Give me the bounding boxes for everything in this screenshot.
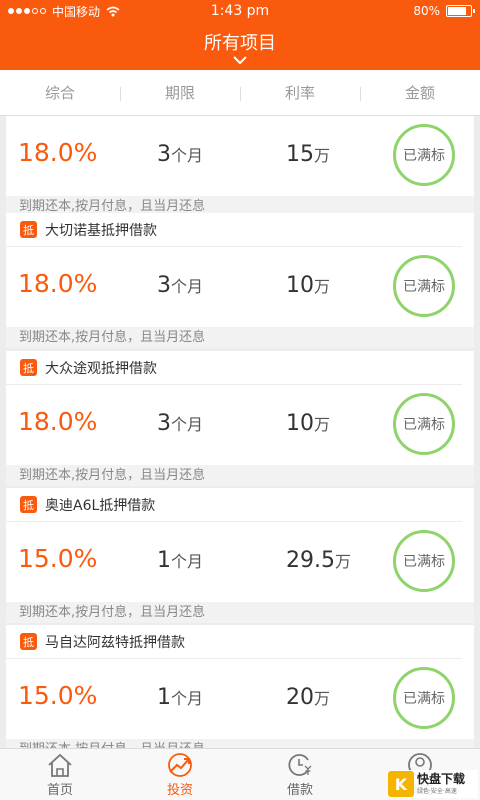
project-card[interactable]: 抵 大切诺基抵押借款 18.0% 3个月 10万 已满标 到期还本,按月付息，且…: [6, 213, 474, 348]
interest-rate: 18.0%: [18, 269, 98, 298]
watermark-mark: K: [388, 771, 414, 797]
tab-term[interactable]: 期限: [120, 70, 240, 115]
project-card[interactable]: 抵 大众途观抵押借款 18.0% 3个月 10万 已满标 到期还本,按月付息，且…: [6, 351, 474, 486]
repayment-note: 到期还本,按月付息，且当月还息: [6, 327, 474, 348]
project-card[interactable]: 抵 马自达阿兹特抵押借款 15.0% 1个月 20万 已满标 到期还本,按月付息…: [6, 625, 474, 748]
tab-home[interactable]: 首页: [0, 749, 120, 800]
tab-loan-label: 借款: [286, 782, 313, 798]
battery-icon: [446, 5, 475, 17]
mortgage-badge: 抵: [20, 633, 37, 650]
wifi-icon: [106, 6, 120, 16]
loan-amount: 29.5万: [286, 548, 351, 573]
tab-loan[interactable]: 借款: [240, 749, 360, 800]
tab-comprehensive[interactable]: 综合: [0, 70, 120, 115]
card-title: 马自达阿兹特抵押借款: [45, 634, 185, 651]
chevron-down-icon: [233, 55, 247, 64]
tab-invest[interactable]: 投资: [120, 749, 240, 800]
mortgage-badge: 抵: [20, 496, 37, 513]
repayment-note: 到期还本,按月付息，且当月还息: [6, 465, 474, 486]
home-icon: [48, 753, 72, 777]
card-title: 大众途观抵押借款: [45, 360, 157, 377]
card-title: 奥迪A6L抵押借款: [45, 497, 156, 514]
fully-funded-stamp: 已满标: [393, 530, 455, 592]
loan-amount: 10万: [286, 273, 331, 298]
card-header: 抵 奥迪A6L抵押借款: [6, 488, 462, 522]
loan-term: 1个月: [157, 685, 204, 710]
repayment-note: 到期还本,按月付息，且当月还息: [6, 602, 474, 623]
project-card[interactable]: 18.0% 3个月 15万 已满标 到期还本,按月付息，且当月还息: [6, 116, 474, 217]
loan-term: 3个月: [157, 142, 204, 167]
carrier-label: 中国移动: [52, 4, 101, 19]
tab-invest-label: 投资: [166, 782, 193, 798]
repayment-note: 到期还本,按月付息，且当月还息: [6, 739, 474, 748]
mortgage-badge: 抵: [20, 359, 37, 376]
signal-icon: [8, 8, 46, 14]
project-list[interactable]: 18.0% 3个月 15万 已满标 到期还本,按月付息，且当月还息 抵 大切诺基…: [0, 116, 480, 748]
interest-rate: 18.0%: [18, 407, 98, 436]
invest-trend-icon: [168, 752, 192, 777]
status-bar: 中国移动 1:43 pm 80%: [0, 0, 480, 22]
loan-term: 3个月: [157, 273, 204, 298]
loan-amount: 15万: [286, 142, 331, 167]
watermark-subtitle: 绿色·安全·高速: [417, 788, 457, 795]
project-card[interactable]: 抵 奥迪A6L抵押借款 15.0% 1个月 29.5万 已满标 到期还本,按月付…: [6, 488, 474, 623]
watermark-title: 快盘下载: [417, 772, 466, 786]
card-header: 抵 大众途观抵押借款: [6, 351, 462, 385]
fully-funded-stamp: 已满标: [393, 124, 455, 186]
card-title: 大切诺基抵押借款: [45, 222, 157, 239]
mortgage-badge: 抵: [20, 221, 37, 238]
loan-term: 3个月: [157, 411, 204, 436]
card-header: 抵 大切诺基抵押借款: [6, 213, 462, 247]
top-bar: 中国移动 1:43 pm 80% 所有项目: [0, 0, 480, 70]
tab-amount[interactable]: 金额: [360, 70, 480, 115]
loan-term: 1个月: [157, 548, 204, 573]
fully-funded-stamp: 已满标: [393, 393, 455, 455]
interest-rate: 15.0%: [18, 681, 98, 710]
loan-amount: 20万: [286, 685, 331, 710]
interest-rate: 15.0%: [18, 544, 98, 573]
sort-tabs: 综合 期限 利率 金额: [0, 70, 480, 116]
fully-funded-stamp: 已满标: [393, 255, 455, 317]
fully-funded-stamp: 已满标: [393, 667, 455, 729]
tab-rate[interactable]: 利率: [240, 70, 360, 115]
loan-amount: 10万: [286, 411, 331, 436]
tab-home-label: 首页: [46, 782, 73, 798]
loan-clock-yen-icon: [288, 753, 312, 776]
watermark-logo: K 快盘下载 绿色·安全·高速: [388, 770, 478, 798]
project-filter-title[interactable]: 所有项目: [0, 22, 480, 70]
interest-rate: 18.0%: [18, 138, 98, 167]
card-header: 抵 马自达阿兹特抵押借款: [6, 625, 462, 659]
page-title: 所有项目: [204, 32, 276, 54]
battery-percent: 80%: [413, 4, 440, 18]
